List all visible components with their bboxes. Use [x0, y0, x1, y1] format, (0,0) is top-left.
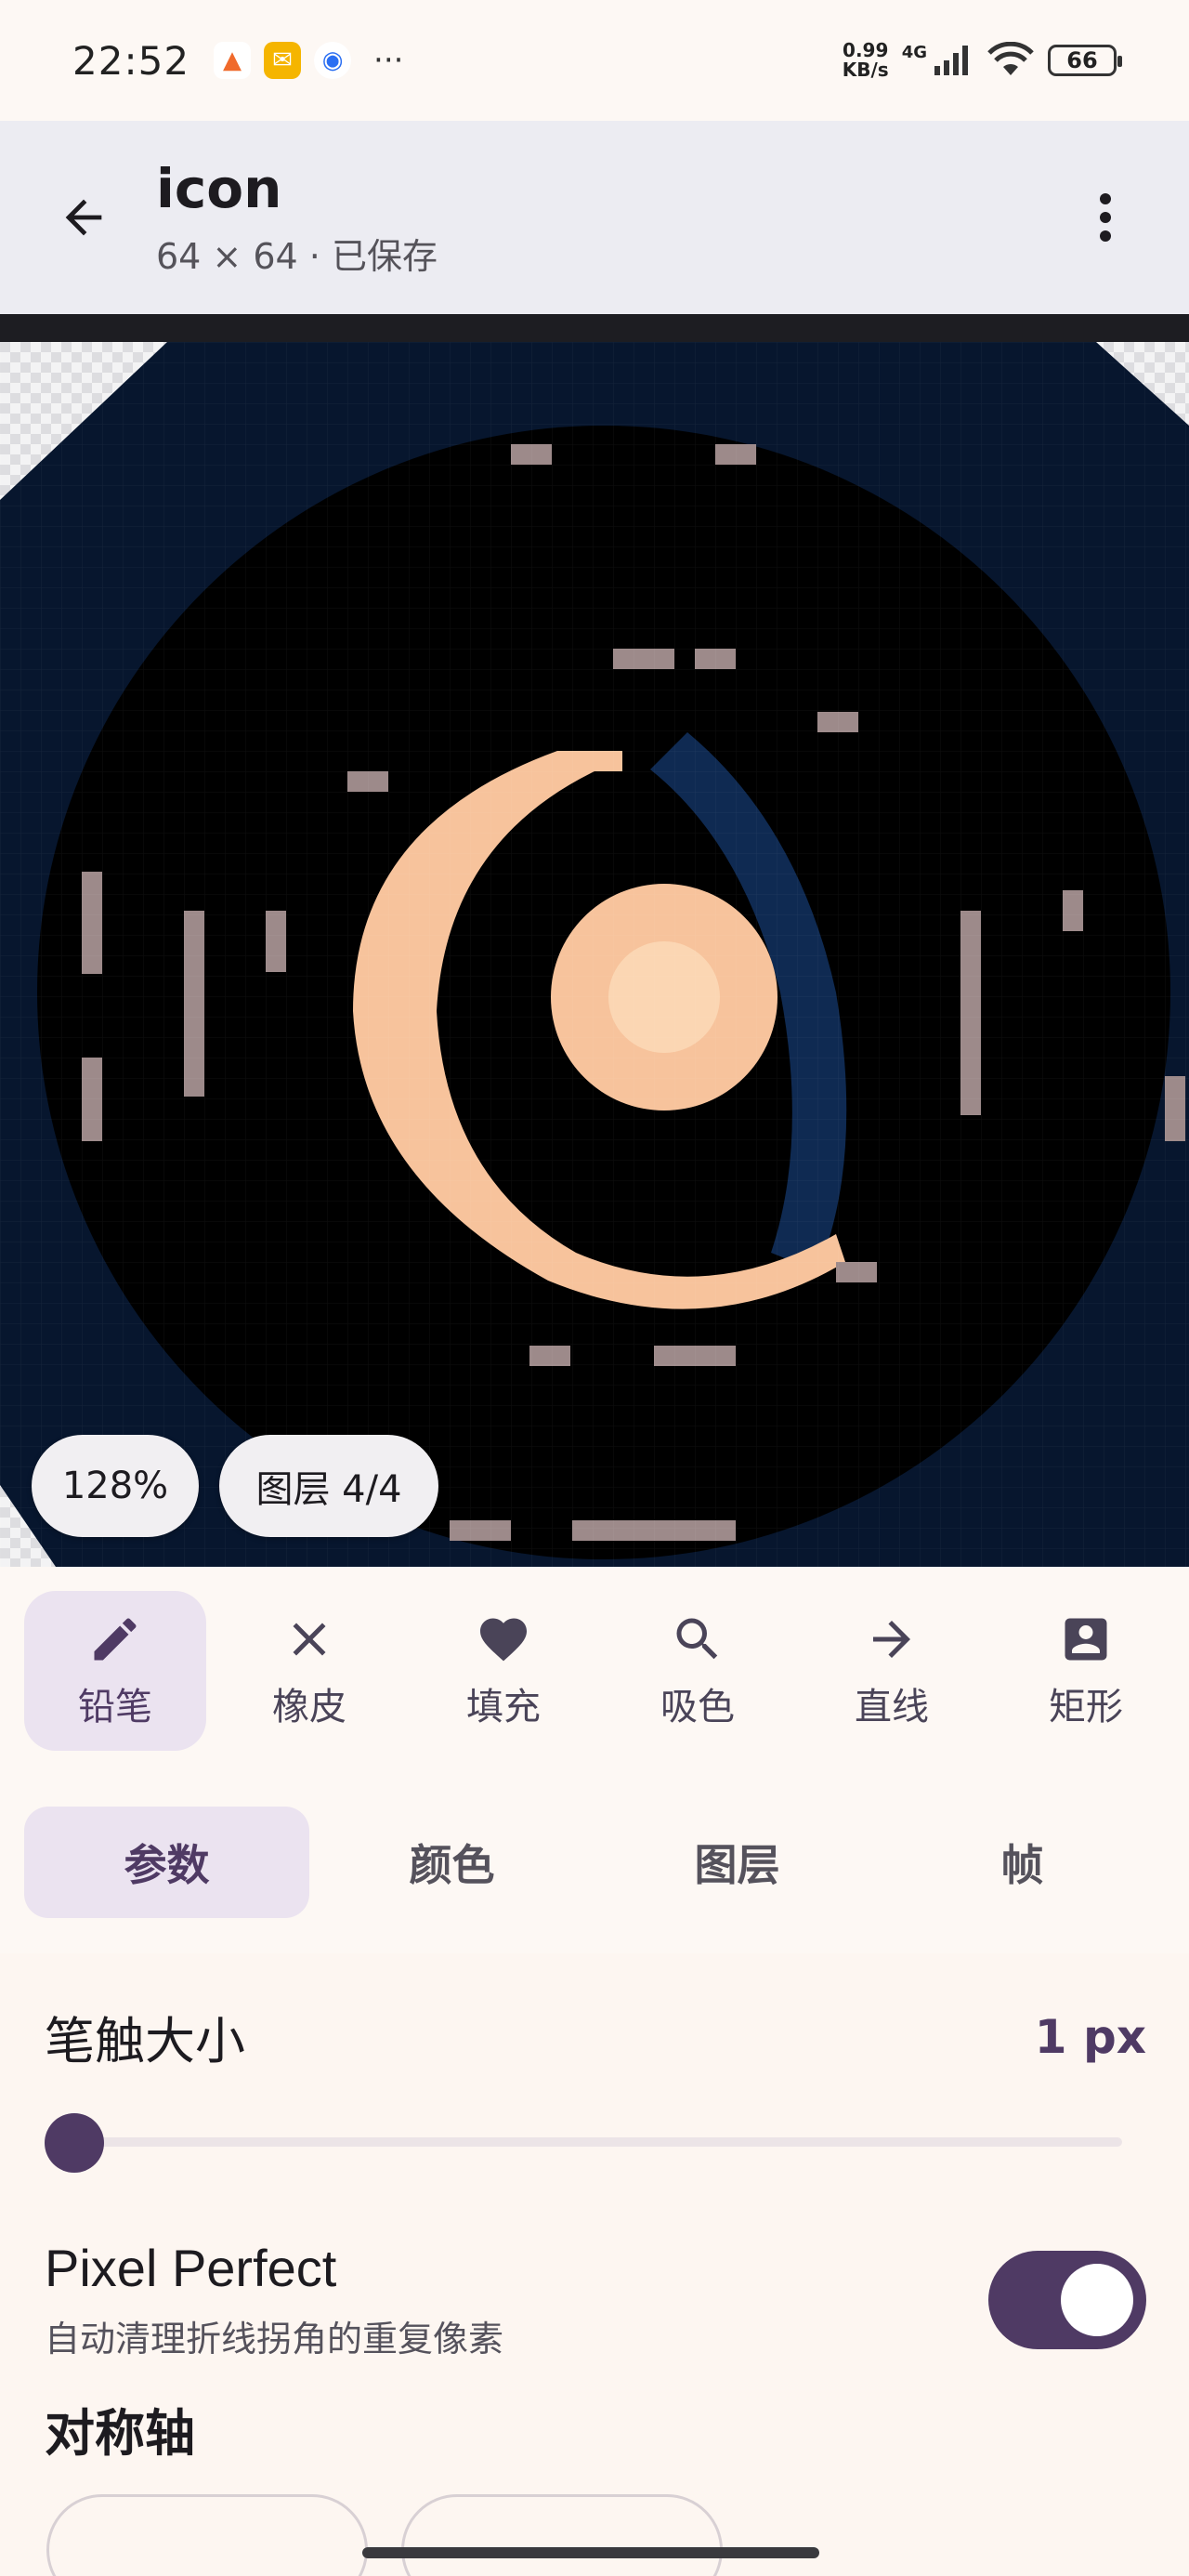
- symmetry-option-2[interactable]: [401, 2494, 723, 2576]
- tool-label: 橡皮: [272, 1686, 346, 1728]
- layer-label: 图层 4/4: [255, 1468, 402, 1511]
- tab-colors[interactable]: 颜色: [309, 1807, 594, 1918]
- symmetry-title: 对称轴: [45, 2404, 195, 2463]
- layer-chip[interactable]: 图层 4/4: [219, 1435, 438, 1537]
- search-icon: [676, 1618, 718, 1660]
- page-subtitle: 64 × 64 · 已保存: [156, 235, 438, 277]
- slider-thumb[interactable]: [45, 2113, 104, 2173]
- tool-label: 铅笔: [78, 1686, 152, 1728]
- close-icon: [293, 1623, 326, 1656]
- app-notification-icon: ▲: [214, 42, 252, 79]
- brush-size-row: 笔触大小 1 px: [45, 2000, 1146, 2073]
- app-bar: icon 64 × 64 · 已保存: [0, 121, 1189, 314]
- status-bar: 22:52 ▲ ✉ ◉ ··· 0.99 KB/s 4G 66: [0, 0, 1189, 121]
- tool-pencil[interactable]: 铅笔: [24, 1591, 206, 1751]
- tool-label: 填充: [466, 1686, 541, 1728]
- status-right: 0.99 KB/s 4G 66: [843, 41, 1122, 80]
- params-panel: 笔触大小 1 px Pixel Perfect 自动清理折线拐角的重复像素 对称…: [0, 1953, 1189, 2576]
- more-notifications-icon: ···: [373, 42, 404, 79]
- signal-icon: [934, 46, 968, 75]
- tool-eyedropper[interactable]: 吸色: [607, 1591, 789, 1751]
- pixel-canvas[interactable]: [0, 342, 1189, 1567]
- tool-label: 直线: [855, 1686, 929, 1728]
- tool-label: 矩形: [1049, 1686, 1123, 1728]
- toggle-knob: [1061, 2264, 1133, 2336]
- home-indicator[interactable]: [362, 2547, 819, 2558]
- network-type: 4G: [901, 42, 927, 62]
- status-time: 22:52: [72, 37, 190, 84]
- speed-value: 0.99: [843, 39, 889, 61]
- notification-icons: ▲ ✉ ◉ ···: [214, 42, 403, 79]
- heart-icon: [480, 1618, 527, 1662]
- battery-icon: 66: [1048, 45, 1122, 76]
- symmetry-option-1[interactable]: [46, 2494, 368, 2576]
- tab-layers[interactable]: 图层: [594, 1807, 880, 1918]
- brush-size-slider[interactable]: [45, 2113, 1122, 2173]
- network-speed: 0.99 KB/s: [843, 41, 889, 80]
- title-block: icon 64 × 64 · 已保存: [156, 157, 438, 279]
- tool-bar: 铅笔 橡皮 填充 吸色 直线 矩形: [0, 1567, 1189, 1762]
- more-vert-icon: [1100, 193, 1111, 242]
- tab-params[interactable]: 参数: [24, 1807, 309, 1918]
- speed-unit: KB/s: [842, 59, 889, 81]
- page-title: icon: [156, 156, 282, 220]
- brush-size-value: 1 px: [1034, 2009, 1146, 2064]
- tool-line[interactable]: 直线: [801, 1591, 983, 1751]
- arrow-back-icon: [65, 199, 102, 236]
- tool-label: 吸色: [660, 1686, 735, 1728]
- pixel-art-image: [0, 342, 1189, 1567]
- tool-fill[interactable]: 填充: [412, 1591, 594, 1751]
- mail-icon: ✉: [264, 42, 302, 79]
- pencil-icon: [94, 1618, 137, 1661]
- slider-track: [72, 2137, 1122, 2147]
- pixel-perfect-title: Pixel Perfect: [45, 2239, 337, 2297]
- pixel-perfect-description: 自动清理折线拐角的重复像素: [45, 2319, 504, 2359]
- person-box-icon: [1065, 1618, 1107, 1661]
- overflow-menu-button[interactable]: [1059, 162, 1152, 273]
- zoom-chip[interactable]: 128%: [32, 1435, 199, 1537]
- brush-size-label: 笔触大小: [45, 2012, 245, 2070]
- browser-icon: ◉: [314, 42, 352, 79]
- arrow-right-icon: [873, 1621, 910, 1658]
- wifi-icon: [987, 42, 1034, 75]
- pixel-perfect-toggle[interactable]: [988, 2251, 1146, 2349]
- tab-frames[interactable]: 帧: [880, 1807, 1165, 1918]
- tool-eraser[interactable]: 橡皮: [218, 1591, 400, 1751]
- panel-tabs: 参数 颜色 图层 帧: [24, 1807, 1165, 1918]
- battery-level: 66: [1066, 47, 1098, 73]
- tool-rectangle[interactable]: 矩形: [995, 1591, 1177, 1751]
- canvas-top-border: [0, 314, 1189, 342]
- zoom-label: 128%: [61, 1465, 169, 1507]
- back-button[interactable]: [28, 162, 139, 273]
